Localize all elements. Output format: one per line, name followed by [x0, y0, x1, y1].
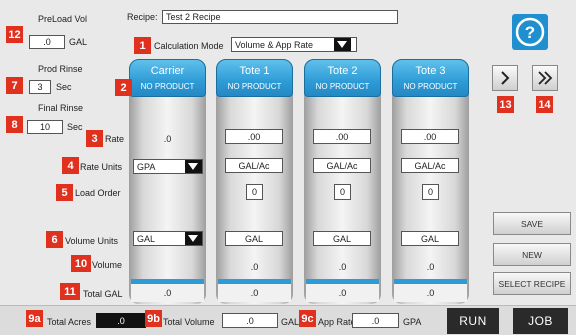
tote-1-volume-value: .0	[250, 262, 259, 272]
tote-1-header[interactable]: Tote 1 NO PRODUCT	[216, 59, 293, 97]
tote-1-product: NO PRODUCT	[227, 82, 282, 91]
carrier-name: Carrier	[150, 65, 185, 77]
calc-mode-label: Calculation Mode	[154, 41, 224, 51]
tote-2-volume-value: .0	[338, 262, 347, 272]
carrier-rate-units-value: GPA	[137, 161, 156, 172]
final-rinse-label: Final Rinse	[38, 103, 84, 113]
tote-3-total-value: .0	[394, 284, 467, 302]
tote-1-total-value: .0	[218, 284, 291, 302]
app-rate-unit: GPA	[403, 317, 422, 327]
tote-3-load-order-input[interactable]: 0	[422, 184, 439, 200]
carrier-rate-units-arrow-icon[interactable]	[185, 160, 202, 173]
tote-1-volume-units-field[interactable]: GAL	[225, 231, 283, 246]
final-rinse-input[interactable]: 10	[27, 120, 63, 134]
total-acres-label: Total Acres	[47, 317, 92, 327]
preload-vol-input[interactable]: .0	[29, 35, 65, 49]
rate-units-row-label: Rate Units	[80, 162, 123, 172]
recipe-name-field[interactable]: Test 2 Recipe	[162, 10, 398, 24]
recipe-label: Recipe:	[127, 12, 158, 22]
badge-8: 8	[6, 116, 23, 133]
question-circle-icon: ?	[515, 17, 545, 47]
badge-11: 11	[60, 283, 80, 300]
tote-2-column: Tote 2 NO PRODUCT .00 GAL/Ac 0 GAL .0 .0	[304, 59, 381, 304]
tote-3-volume-units-field[interactable]: GAL	[401, 231, 459, 246]
tote-3-rate-input[interactable]: .00	[401, 129, 459, 144]
app-rate-value[interactable]: .0	[352, 313, 399, 328]
tote-1-rate-input[interactable]: .00	[225, 129, 283, 144]
carrier-product: NO PRODUCT	[140, 82, 195, 91]
badge-5: 5	[56, 184, 73, 201]
tote-2-rate-input[interactable]: .00	[313, 129, 371, 144]
calc-mode-arrow-icon[interactable]	[334, 38, 351, 51]
preload-vol-label: PreLoad Vol	[38, 14, 88, 24]
badge-9c: 9c	[299, 310, 316, 327]
chevron-right-icon	[501, 71, 510, 85]
volume-units-row-label: Volume Units	[65, 236, 119, 246]
run-button[interactable]: RUN	[447, 308, 499, 334]
badge-7: 7	[6, 77, 23, 94]
tote-1-name: Tote 1	[239, 65, 270, 77]
tote-2-volume-units-field[interactable]: GAL	[313, 231, 371, 246]
load-order-row-label: Load Order	[75, 188, 121, 198]
badge-13: 13	[497, 96, 514, 113]
badge-9a: 9a	[26, 310, 43, 327]
tote-2-product: NO PRODUCT	[315, 82, 370, 91]
app-rate-label: App Rate	[318, 317, 356, 327]
job-button[interactable]: JOB	[513, 308, 568, 334]
tote-3-column: Tote 3 NO PRODUCT .00 GAL/Ac 0 GAL .0 .0	[392, 59, 469, 304]
tote-3-product: NO PRODUCT	[403, 82, 458, 91]
prod-rinse-label: Prod Rinse	[38, 64, 83, 74]
badge-14: 14	[536, 96, 553, 113]
next-button[interactable]	[492, 65, 518, 91]
badge-10: 10	[71, 255, 91, 272]
carrier-total-value: .0	[131, 284, 204, 302]
total-volume-value[interactable]: .0	[222, 313, 278, 328]
help-button[interactable]: ?	[512, 14, 548, 50]
badge-3: 3	[86, 130, 103, 147]
select-recipe-button[interactable]: SELECT RECIPE	[493, 272, 571, 295]
badge-6: 6	[46, 231, 63, 248]
total-acres-value[interactable]: .0	[96, 313, 146, 328]
total-volume-label: Total Volume	[163, 317, 215, 327]
tote-2-header[interactable]: Tote 2 NO PRODUCT	[304, 59, 381, 97]
prod-rinse-input[interactable]: 3	[29, 80, 51, 94]
svg-text:?: ?	[525, 23, 535, 42]
badge-2: 2	[115, 79, 132, 96]
total-gal-row-label: Total GAL	[83, 289, 123, 299]
double-chevron-right-icon	[538, 71, 553, 85]
prod-rinse-unit: Sec	[56, 82, 72, 92]
calc-mode-value: Volume & App Rate	[235, 39, 314, 50]
badge-9b: 9b	[145, 310, 162, 327]
tote-2-name: Tote 2	[327, 65, 358, 77]
preload-vol-unit: GAL	[69, 37, 88, 47]
last-button[interactable]	[532, 65, 558, 91]
save-button[interactable]: SAVE	[493, 212, 571, 235]
carrier-volume-units-arrow-icon[interactable]	[185, 232, 202, 245]
volume-row-label: Volume	[92, 260, 123, 270]
tote-1-rate-units-field[interactable]: GAL/Ac	[225, 158, 283, 173]
carrier-column: Carrier NO PRODUCT .0 GPA GAL .0	[129, 59, 206, 304]
badge-4: 4	[62, 157, 79, 174]
tote-3-header[interactable]: Tote 3 NO PRODUCT	[392, 59, 469, 97]
tote-3-volume-value: .0	[426, 262, 435, 272]
carrier-rate-value: .0	[163, 134, 172, 144]
tote-1-column: Tote 1 NO PRODUCT .00 GAL/Ac 0 GAL .0 .0	[216, 59, 293, 304]
tote-2-total-value: .0	[306, 284, 379, 302]
new-button[interactable]: NEW	[493, 243, 571, 266]
carrier-header[interactable]: Carrier NO PRODUCT	[129, 59, 206, 97]
badge-1: 1	[134, 37, 151, 54]
carrier-volume-units-value: GAL	[137, 233, 156, 244]
tote-1-load-order-input[interactable]: 0	[246, 184, 263, 200]
total-volume-unit: GAL	[281, 317, 300, 327]
tote-2-load-order-input[interactable]: 0	[334, 184, 351, 200]
rate-row-label: Rate	[105, 134, 125, 144]
tote-3-rate-units-field[interactable]: GAL/Ac	[401, 158, 459, 173]
badge-12: 12	[6, 26, 23, 43]
final-rinse-unit: Sec	[67, 122, 83, 132]
tote-3-name: Tote 3	[415, 65, 446, 77]
tote-2-rate-units-field[interactable]: GAL/Ac	[313, 158, 371, 173]
